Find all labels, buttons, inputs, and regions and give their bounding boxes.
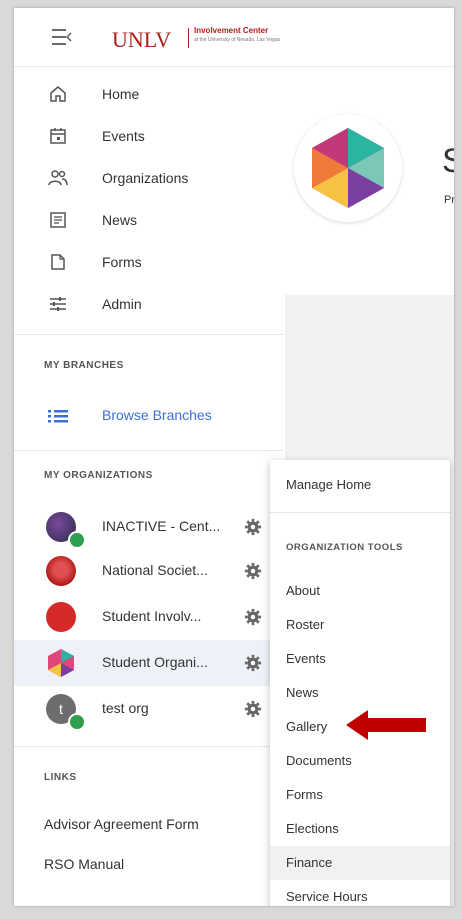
menu-item-events[interactable]: Events xyxy=(270,642,450,676)
nav-home[interactable]: Home xyxy=(14,74,284,114)
menu-item-documents[interactable]: Documents xyxy=(270,744,450,778)
top-bar: UNLV Involvement Center at the Universit… xyxy=(14,8,454,67)
nav-events[interactable]: Events xyxy=(14,116,284,156)
logo-tagline: at the University of Nevada, Las Vegas xyxy=(194,37,281,43)
nav-admin-label: Admin xyxy=(102,296,142,312)
gear-icon[interactable] xyxy=(244,654,262,672)
org-name: Student Involv... xyxy=(102,608,202,624)
organization-tools-heading: ORGANIZATION TOOLS xyxy=(286,542,403,553)
sidebar-divider xyxy=(14,450,284,451)
manage-home-item[interactable]: Manage Home xyxy=(270,468,450,502)
org-tools-menu: Manage Home ORGANIZATION TOOLS About Ros… xyxy=(270,460,450,906)
list-icon xyxy=(48,410,68,423)
sliders-icon xyxy=(50,297,66,311)
menu-item-label: Elections xyxy=(286,821,339,836)
nav-forms[interactable]: Forms xyxy=(14,242,284,282)
rso-manual-link[interactable]: RSO Manual xyxy=(44,856,124,872)
org-name: National Societ... xyxy=(102,562,208,578)
unlv-logo[interactable]: UNLV xyxy=(112,27,171,53)
org-item[interactable]: INACTIVE - Cent... xyxy=(14,504,284,550)
menu-item-about[interactable]: About xyxy=(270,574,450,608)
nav-news[interactable]: News xyxy=(14,200,284,240)
sidebar-divider xyxy=(14,334,284,335)
gear-icon[interactable] xyxy=(244,562,262,580)
menu-item-label: Gallery xyxy=(286,719,328,734)
nav-events-label: Events xyxy=(102,128,145,144)
gear-icon[interactable] xyxy=(244,518,262,536)
menu-item-label: About xyxy=(286,583,320,598)
people-icon xyxy=(48,170,68,186)
org-logo xyxy=(294,114,402,222)
app-window: UNLV Involvement Center at the Universit… xyxy=(14,8,454,906)
red-arrow-icon xyxy=(346,710,426,740)
manage-home-label: Manage Home xyxy=(286,477,372,492)
advisor-agreement-link[interactable]: Advisor Agreement Form xyxy=(44,816,199,832)
browse-branches-link[interactable]: Browse Branches xyxy=(14,396,284,436)
menu-item-service-hours[interactable]: Service Hours xyxy=(270,880,450,906)
logo-divider xyxy=(188,28,189,48)
menu-item-elections[interactable]: Elections xyxy=(270,812,450,846)
org-name: Student Organi... xyxy=(102,654,208,670)
menu-item-label: Roster xyxy=(286,617,325,632)
my-branches-heading: MY BRANCHES xyxy=(44,360,124,371)
links-heading: LINKS xyxy=(44,772,77,783)
logo-subtitle: Involvement Center xyxy=(194,26,269,35)
my-organizations-heading: MY ORGANIZATIONS xyxy=(44,470,153,481)
org-item[interactable]: National Societ... xyxy=(14,548,284,594)
lock-icon xyxy=(68,531,86,549)
menu-item-label: Events xyxy=(286,651,326,666)
org-name: INACTIVE - Cent... xyxy=(102,518,221,534)
org-avatar xyxy=(46,602,76,632)
nav-news-label: News xyxy=(102,212,138,228)
menu-item-finance[interactable]: Finance xyxy=(270,846,450,880)
gear-icon[interactable] xyxy=(244,700,262,718)
nav-forms-label: Forms xyxy=(102,254,142,270)
hexagon-logo-icon xyxy=(312,128,384,208)
org-avatar xyxy=(48,649,74,677)
menu-item-roster[interactable]: Roster xyxy=(270,608,450,642)
nav-admin[interactable]: Admin xyxy=(14,284,284,324)
browse-branches-label: Browse Branches xyxy=(102,407,212,423)
menu-item-label: News xyxy=(286,685,319,700)
nav-home-label: Home xyxy=(102,86,140,102)
nav-organizations-label: Organizations xyxy=(102,170,189,186)
news-icon xyxy=(50,212,66,228)
menu-item-label: Finance xyxy=(286,855,333,870)
forms-icon xyxy=(51,254,65,270)
menu-item-label: Service Hours xyxy=(286,889,368,904)
nav-organizations[interactable]: Organizations xyxy=(14,158,284,198)
org-item-selected[interactable]: Student Organi... xyxy=(14,640,284,686)
org-item[interactable]: t test org xyxy=(14,686,284,732)
menu-item-news[interactable]: News xyxy=(270,676,450,710)
org-name: test org xyxy=(102,700,149,716)
org-item[interactable]: Student Involv... xyxy=(14,594,284,640)
org-avatar xyxy=(46,556,76,586)
gear-icon[interactable] xyxy=(244,608,262,626)
menu-item-forms[interactable]: Forms xyxy=(270,778,450,812)
menu-collapse-icon[interactable] xyxy=(52,28,72,46)
menu-divider xyxy=(270,512,450,513)
org-subtitle: Pri xyxy=(444,194,454,206)
home-icon xyxy=(50,86,66,102)
menu-item-label: Documents xyxy=(286,753,352,768)
calendar-icon xyxy=(50,128,66,144)
lock-icon xyxy=(68,713,86,731)
sidebar-divider xyxy=(14,746,284,747)
menu-item-label: Forms xyxy=(286,787,323,802)
org-title: S xyxy=(442,142,454,180)
